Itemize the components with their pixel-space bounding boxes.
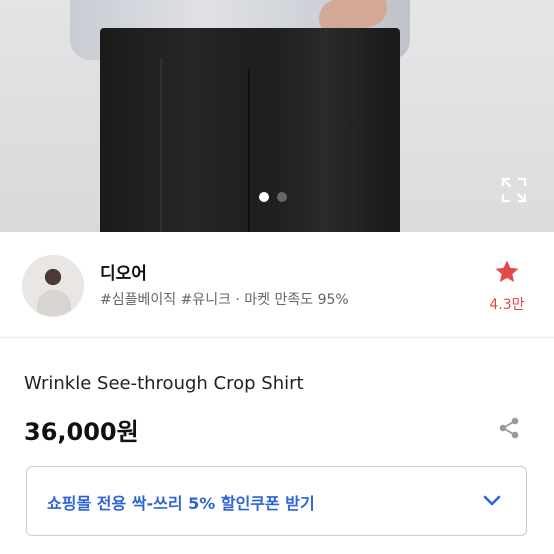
- star-icon: [495, 260, 519, 283]
- avatar[interactable]: [22, 255, 84, 317]
- coupon-banner[interactable]: 쇼핑몰 전용 싹-쓰리 5% 할인쿠폰 받기: [26, 466, 527, 536]
- favorite-count: 4.3만: [489, 297, 525, 313]
- coupon-label: 쇼핑몰 전용 싹-쓰리 5% 할인쿠폰 받기: [47, 494, 315, 513]
- product-price: 36,000원: [24, 418, 139, 446]
- pagination-dot-active[interactable]: [259, 192, 269, 202]
- seller-meta: #심플베이직 #유니크 · 마켓 만족도 95%: [100, 292, 349, 308]
- product-title: Wrinkle See-through Crop Shirt: [24, 373, 304, 394]
- chevron-down-icon[interactable]: [481, 490, 503, 512]
- product-image[interactable]: [0, 0, 554, 232]
- seller-name[interactable]: 디오어: [100, 259, 147, 284]
- share-icon[interactable]: [496, 415, 522, 441]
- pants-detail: [100, 28, 400, 232]
- seller-row[interactable]: 디오어 #심플베이직 #유니크 · 마켓 만족도 95% 4.3만: [0, 232, 554, 338]
- expand-icon[interactable]: [500, 176, 528, 204]
- image-background: [400, 0, 554, 232]
- pagination-dot[interactable]: [277, 192, 287, 202]
- favorite-button[interactable]: 4.3만: [484, 258, 530, 314]
- gallery-pagination: [259, 192, 287, 202]
